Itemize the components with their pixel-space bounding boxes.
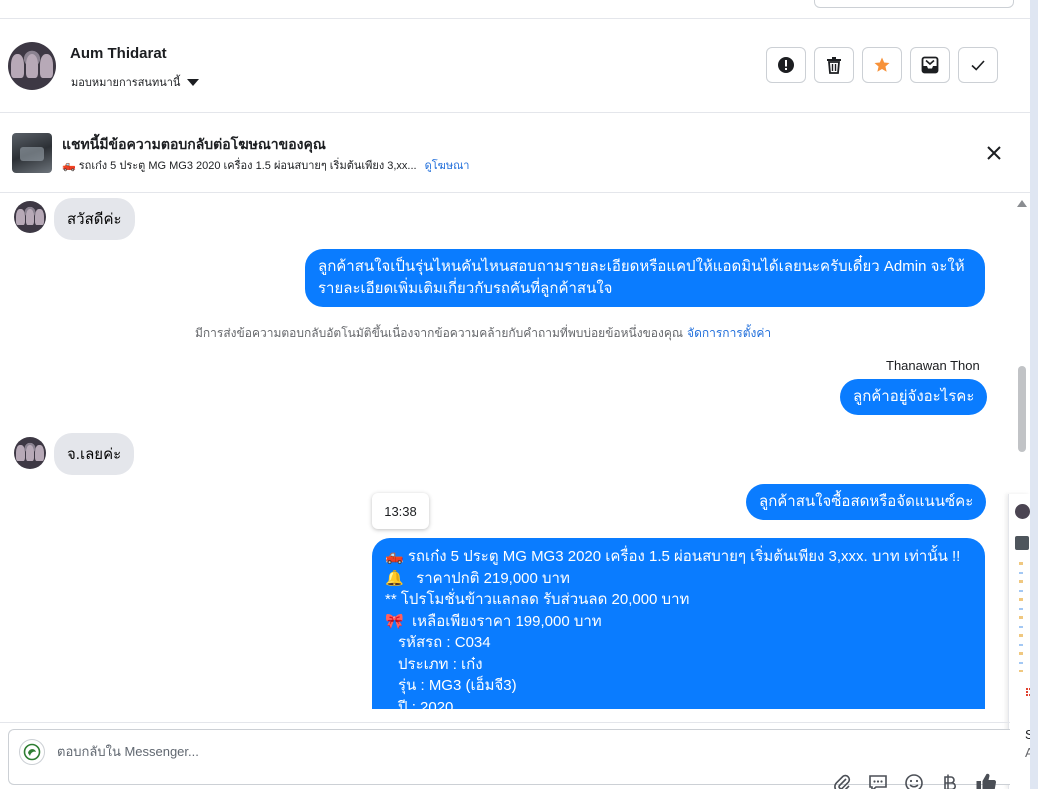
reply-input[interactable] [57, 744, 757, 759]
message-line: รายละเอียดเพิ่มเติมเกี่ยวกับรถคันที่ลูกค… [318, 280, 613, 297]
assign-conversation-dropdown[interactable]: มอบหมายการสนทนานี้ [71, 73, 200, 91]
message-line: ประเภท : เก๋ง [398, 655, 483, 673]
page-avatar [19, 739, 45, 765]
message-line: ปี : 2020 [398, 698, 454, 710]
trash-icon [827, 57, 841, 74]
top-search-box[interactable] [814, 0, 1014, 8]
page-logo-icon [23, 743, 41, 761]
contact-name[interactable]: Aum Thidarat [70, 45, 167, 62]
star-button[interactable] [862, 47, 902, 83]
side-preview-panel[interactable]: Sc Au [1008, 494, 1030, 789]
view-ad-link[interactable]: ดูโฆษณา [425, 160, 470, 172]
timestamp-tooltip: 13:38 [372, 493, 429, 529]
conversation-header: Aum Thidarat มอบหมายการสนทนานี้ [0, 19, 1030, 113]
attach-button[interactable] [830, 771, 854, 789]
ad-banner-subtitle: 🛻 รถเก๋ง 5 ประตู MG MG3 2020 เครื่อง 1.5… [62, 156, 469, 174]
header-actions [766, 47, 998, 83]
payment-button[interactable] [938, 771, 962, 789]
delete-button[interactable] [814, 47, 854, 83]
saved-replies-button[interactable] [866, 771, 890, 789]
paperclip-icon [834, 774, 851, 789]
message-thread: สวัสดีค่ะ ลูกค้าสนใจเป็นรุ่นไหนคันไหนสอบ… [0, 193, 1014, 709]
message-line: 🎀 เหลือเพียงราคา 199,000 บาท [385, 612, 602, 630]
baht-icon [944, 774, 956, 789]
contact-avatar-small[interactable] [14, 437, 46, 469]
auto-reply-notice-text: มีการส่งข้อความตอบกลับอัตโนมัติขึ้นเนื่อ… [195, 326, 684, 340]
ad-banner-title: แชทนี้มีข้อความตอบกลับต่อโฆษณาของคุณ [62, 136, 326, 152]
message-line: รหัสรถ : C034 [398, 634, 491, 651]
mini-ad-thumbnail [1015, 536, 1029, 550]
contact-avatar-small[interactable] [14, 201, 46, 233]
preview-lines [1019, 562, 1023, 672]
message-line: รุ่น : MG3 (เอ็มจี3) [398, 677, 517, 694]
caret-down-icon [187, 78, 200, 86]
outgoing-message[interactable]: ลูกค้าอยู่จังอะไรคะ [840, 379, 988, 415]
report-button[interactable] [766, 47, 806, 83]
incoming-message[interactable]: จ.เลยค่ะ [54, 433, 135, 475]
outgoing-message[interactable]: ลูกค้าสนใจซื้อสดหรือจัดแนนซ์คะ [746, 484, 987, 520]
thumbs-up-icon [976, 773, 997, 789]
auto-reply-notice: มีการส่งข้อความตอบกลับอัตโนมัติขึ้นเนื่อ… [195, 324, 771, 343]
check-icon [971, 60, 985, 71]
manage-settings-link[interactable]: จัดการการตั้งค่า [687, 326, 771, 340]
incoming-message[interactable]: สวัสดีค่ะ [54, 198, 135, 240]
composer [0, 722, 1010, 789]
exclamation-icon [778, 57, 794, 73]
like-button[interactable] [974, 771, 998, 789]
composer-tools [830, 771, 998, 789]
contact-avatar[interactable] [8, 42, 56, 90]
scrollbar-thumb[interactable] [1018, 366, 1026, 452]
sender-name: Thanawan Thon [886, 358, 980, 373]
close-icon [987, 146, 1001, 160]
close-banner-button[interactable] [984, 143, 1004, 163]
top-bar [0, 0, 1030, 19]
messenger-inbox: Aum Thidarat มอบหมายการสนทนานี้ แชทนี้มี… [0, 0, 1038, 789]
message-line: 🛻 รถเก๋ง 5 ประตู MG MG3 2020 เครื่อง 1.5… [385, 548, 961, 565]
emoji-button[interactable] [902, 771, 926, 789]
chat-bubble-icon [869, 775, 887, 789]
scroll-up-arrow-icon[interactable] [1017, 200, 1027, 207]
star-icon [874, 57, 890, 72]
message-line: ลูกค้าสนใจเป็นรุ่นไหนคันไหนสอบถามรายละเอ… [318, 258, 965, 275]
smiley-icon [905, 774, 923, 789]
ad-auto-reply-message[interactable]: 🛻 รถเก๋ง 5 ประตู MG MG3 2020 เครื่อง 1.5… [372, 538, 985, 709]
mark-done-button[interactable] [958, 47, 998, 83]
move-to-inbox-button[interactable] [910, 47, 950, 83]
assign-label: มอบหมายการสนทนานี้ [71, 77, 181, 89]
outgoing-message[interactable]: ลูกค้าสนใจเป็นรุ่นไหนคันไหนสอบถามรายละเอ… [305, 249, 985, 307]
message-line: 🔔 ราคาปกติ 219,000 บาท [385, 569, 570, 587]
message-line: ** โปรโมชั่นข้าวแลกลด รับส่วนลด 20,000 บ… [385, 591, 690, 608]
ad-thumbnail[interactable] [12, 133, 52, 173]
window-edge [1030, 0, 1038, 789]
mini-avatar [1015, 504, 1030, 519]
ad-description: 🛻 รถเก๋ง 5 ประตู MG MG3 2020 เครื่อง 1.5… [62, 160, 417, 172]
ad-reply-banner: แชทนี้มีข้อความตอบกลับต่อโฆษณาของคุณ 🛻 ร… [0, 113, 1030, 193]
inbox-icon [921, 56, 939, 74]
